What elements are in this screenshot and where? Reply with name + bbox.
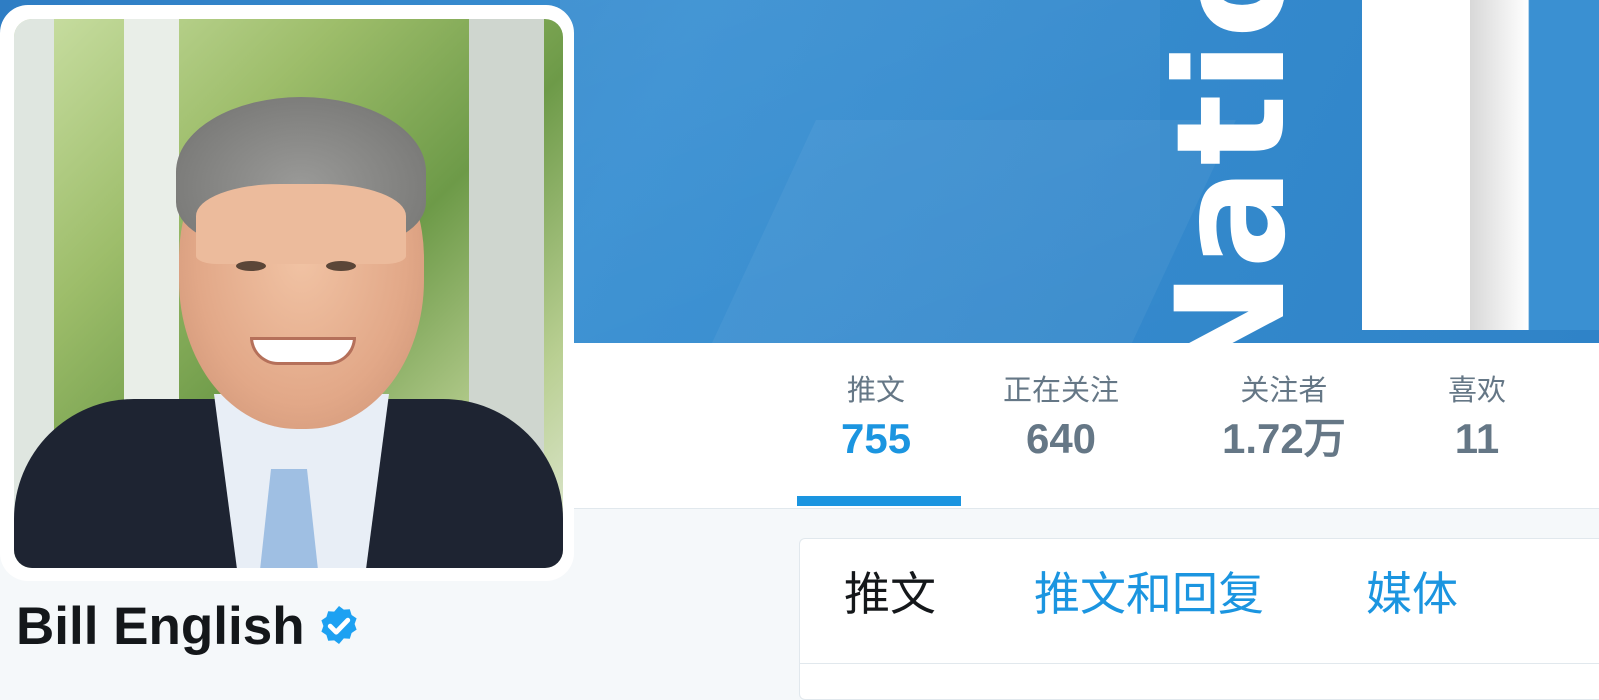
avatar-forehead — [196, 184, 406, 264]
profile-name[interactable]: Bill English — [16, 600, 363, 653]
avatar-smile — [250, 337, 356, 365]
stat-likes-value: 11 — [1454, 415, 1500, 462]
stat-likes-label: 喜欢 — [1448, 375, 1507, 407]
stat-likes[interactable]: 喜欢 11 — [1448, 377, 1506, 460]
avatar-eye — [326, 261, 356, 271]
avatar[interactable] — [14, 19, 563, 568]
tab-media[interactable]: 媒体 — [1366, 571, 1458, 617]
tabs-divider — [800, 663, 1599, 664]
banner-logo-page-curl — [1470, 0, 1599, 330]
avatar-eye — [236, 261, 266, 271]
stat-followers[interactable]: 关注者 1.72万 — [1222, 377, 1346, 460]
tab-tweets[interactable]: 推文 — [844, 571, 936, 617]
verified-badge-icon — [320, 605, 357, 644]
tab-tweets-and-replies[interactable]: 推文和回复 — [1034, 571, 1264, 617]
timeline-tabs-card: 推文 推文和回复 媒体 — [799, 538, 1599, 700]
stat-following-label: 正在关注 — [1003, 375, 1120, 407]
stat-tweets[interactable]: 推文 755 — [841, 377, 911, 460]
stat-followers-value: 1.72万 — [1222, 415, 1346, 462]
profile-name-text: Bill English — [16, 597, 305, 656]
stat-tweets-label: 推文 — [847, 375, 906, 407]
stat-following[interactable]: 正在关注 640 — [1003, 377, 1119, 460]
stat-followers-label: 关注者 — [1240, 375, 1328, 407]
banner-logo-text: Natio — [1145, 0, 1319, 343]
stat-tweets-value: 755 — [841, 415, 912, 462]
active-stat-indicator — [797, 496, 961, 506]
stat-following-value: 640 — [1025, 415, 1097, 462]
